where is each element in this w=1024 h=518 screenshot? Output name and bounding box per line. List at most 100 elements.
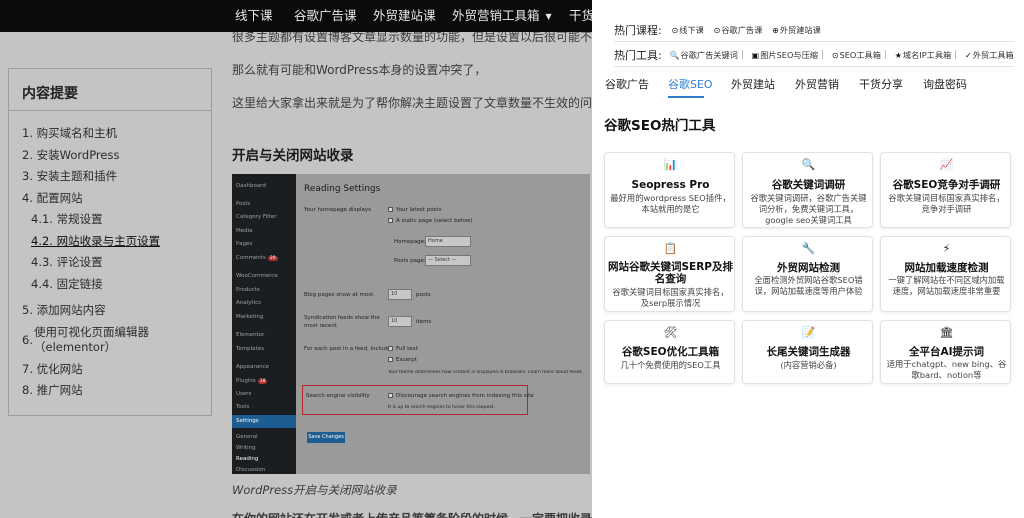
separator	[822, 50, 823, 59]
tool-card-site-audit[interactable]: 🔧 外贸网站检测 全面检测外贸网站谷歌SEO错误，网站加载速度等用户体验	[742, 236, 873, 312]
wp-label: Homepage:	[394, 239, 426, 245]
wp-sidebar-item: Analytics	[236, 300, 261, 306]
tool-card-seopress[interactable]: 📊 Seopress Pro 最好用的wordpress SEO插件，本站就用的…	[604, 152, 735, 228]
toc-item[interactable]: 4.1. 常规设置	[31, 212, 103, 227]
toc-item[interactable]: 4.4. 固定链接	[31, 277, 103, 292]
tool-card-description: 谷歌关键词调研，谷歌广告关键词分析，免费关键词工具，google seo关键词工…	[750, 193, 867, 225]
toc-item-active[interactable]: 4.2. 网站收录与主页设置	[31, 234, 160, 249]
toc-item-label: 网站收录与主页设置	[56, 234, 161, 248]
toc-item-label-line2[interactable]: （elementor）	[34, 340, 116, 355]
highlight-box	[302, 385, 528, 415]
wp-label: Syndication feeds show the most recent	[304, 315, 380, 329]
wp-radio-latest: Your latest posts	[388, 207, 441, 213]
mega-menu-panel: 热门课程: ⊙线下课 ⊙谷歌广告课 ⊕外贸建站课 热门工具: 🔍谷歌广告关键词 …	[592, 0, 1024, 518]
globe-icon: ⊕	[772, 26, 779, 35]
wp-note: Your theme determines how content is dis…	[388, 370, 582, 375]
tool-card-title: 网站加载速度检测	[904, 262, 989, 274]
toc-item-label: 购买域名和主机	[36, 126, 118, 140]
toc-item[interactable]: 1. 购买域名和主机	[22, 126, 117, 141]
wp-radio-excerpt: Excerpt	[388, 357, 417, 363]
tool-card-speed-test[interactable]: ⚡ 网站加载速度检测 一键了解网站在不同区域内加载速度，网站加载速度非常重要	[880, 236, 1011, 312]
separator	[884, 50, 886, 59]
tab-marketing[interactable]: 外贸营销	[795, 76, 839, 92]
toc-item-label: 推广网站	[36, 383, 83, 397]
star-icon: ★	[894, 51, 902, 60]
hot-tool-link[interactable]: 🔍谷歌广告关键词	[670, 49, 746, 61]
tab-google-seo[interactable]: 谷歌SEO	[668, 76, 713, 92]
chevron-down-icon: ▼	[545, 12, 552, 21]
tool-card-serp-ranking[interactable]: 📋 网站谷歌关键词SERP及排名查询 谷歌关键词目标国家真实排名，及serp展示…	[604, 236, 735, 312]
wp-sidebar-item: Dashboard	[236, 183, 266, 189]
hot-tools-row: 热门工具: 🔍谷歌广告关键词 ▣图片SEO与压缩 ⊙SEO工具箱 ★域名IP工具…	[614, 47, 1014, 62]
wp-sidebar-item: Templates	[236, 346, 264, 352]
tool-card-competitor-research[interactable]: 📈 谷歌SEO竞争对手调研 谷歌关键词目标国家真实排名，竞争对手调研	[880, 152, 1011, 228]
nav-item-offline-course[interactable]: 线下课	[235, 0, 273, 32]
toc-item-number: 7.	[22, 362, 33, 376]
tool-card-title: 谷歌关键词调研	[771, 179, 846, 191]
separator	[955, 50, 957, 59]
wp-radio-label: A static page (select below)	[396, 218, 473, 224]
image-icon: ▣	[751, 51, 760, 60]
hot-tool-label: SEO工具箱	[839, 50, 881, 60]
wp-sidebar-item: Marketing	[236, 314, 264, 320]
table-of-contents: 内容提要 1. 购买域名和主机 2. 安装WordPress 3. 安装主题和插…	[8, 68, 212, 416]
nav-item-google-ads-course[interactable]: 谷歌广告课	[294, 0, 357, 32]
toc-item-number: 8.	[22, 383, 33, 397]
tool-card-title: 网站谷歌关键词SERP及排名查询	[607, 261, 733, 285]
hot-tool-link[interactable]: ⊙SEO工具箱	[832, 49, 889, 61]
wp-sidebar-item: Users	[236, 391, 252, 397]
hot-course-link[interactable]: ⊙谷歌广告课	[714, 24, 763, 36]
article-paragraph: 很多主题都有设置博客文章显示数量的功能，但是设置以后很可能不生效，	[232, 32, 592, 44]
nav-item-website-course[interactable]: 外贸建站课	[373, 0, 436, 32]
tab-website-building[interactable]: 外贸建站	[731, 76, 775, 92]
tool-card-long-tail-generator[interactable]: 📝 长尾关键词生成器 (内容营销必备)	[742, 320, 873, 384]
nav-item-resources[interactable]: 干货	[569, 0, 594, 32]
toc-item[interactable]: 2. 安装WordPress	[22, 148, 119, 163]
nav-item-marketing-toolbox-label: 外贸营销工具箱	[452, 8, 540, 23]
radio-icon	[388, 207, 393, 212]
wp-unit: posts	[416, 292, 431, 298]
toc-item[interactable]: 6.	[22, 333, 33, 348]
toc-item[interactable]: 3. 安装主题和插件	[22, 169, 117, 184]
article-heading: 开启与关闭网站收录	[232, 148, 354, 164]
tab-inquiry-secrets[interactable]: 询盘密码	[923, 76, 967, 92]
tool-card-description: 适用于chatgpt、new bing、谷歌bard、notion等	[886, 359, 1007, 380]
clipboard-icon: 📋	[663, 242, 678, 255]
hot-tools-label: 热门工具:	[614, 49, 662, 62]
active-tab-indicator	[668, 96, 704, 98]
toc-item-label: 添加网站内容	[36, 303, 106, 317]
check-circle-icon: ⊙	[831, 51, 839, 60]
tool-card-seo-toolbox[interactable]: 🛠 谷歌SEO优化工具箱 几十个免费使用的SEO工具	[604, 320, 735, 384]
wp-save-changes-button: Save Changes	[307, 432, 345, 443]
wp-sidebar-item: Discussion	[236, 467, 266, 473]
tab-google-ads[interactable]: 谷歌广告	[605, 76, 649, 92]
hot-tool-link[interactable]: ▣图片SEO与压缩	[752, 49, 826, 61]
tab-resources[interactable]: 干货分享	[859, 76, 903, 92]
tool-card-title: 全平台AI提示词	[908, 346, 985, 358]
wp-sidebar-item: Posts	[236, 201, 251, 207]
tool-card-keyword-research[interactable]: 🔍 谷歌关键词调研 谷歌关键词调研，谷歌广告关键词分析，免费关键词工具，goog…	[742, 152, 873, 228]
wp-discourage-checkbox: Discourage search engines from indexing …	[388, 393, 534, 399]
hot-course-label: 谷歌广告课	[721, 25, 763, 35]
hot-courses-row: 热门课程: ⊙线下课 ⊙谷歌广告课 ⊕外贸建站课	[614, 22, 821, 37]
hot-tool-label: 域名IP工具箱	[902, 50, 952, 60]
hot-course-link[interactable]: ⊕外贸建站课	[772, 24, 821, 36]
tool-card-ai-prompts[interactable]: 🏛 全平台AI提示词 适用于chatgpt、new bing、谷歌bard、no…	[880, 320, 1011, 384]
toc-item[interactable]: 4.3. 评论设置	[31, 255, 103, 270]
toc-item[interactable]: 8. 推广网站	[22, 383, 83, 398]
hot-tool-link[interactable]: ✓外贸工具箱	[965, 49, 1014, 61]
toc-title: 内容提要	[22, 86, 78, 102]
toc-item-label-line1[interactable]: 使用可视化页面编辑器	[34, 325, 149, 340]
nav-item-marketing-toolbox[interactable]: 外贸营销工具箱 ▼	[452, 0, 552, 32]
tool-card-description: 几十个免费使用的SEO工具	[620, 360, 721, 370]
hot-tool-link[interactable]: ★域名IP工具箱	[895, 49, 959, 61]
wp-sidebar-item: Writing	[236, 445, 256, 451]
toc-item[interactable]: 7. 优化网站	[22, 362, 83, 377]
wp-radio-full-text: Full text	[388, 346, 418, 352]
toc-item[interactable]: 5. 添加网站内容	[22, 303, 106, 318]
image-caption: WordPress开启与关闭网站收录	[232, 483, 397, 497]
checkmark-icon: ✓	[965, 51, 972, 60]
hot-course-link[interactable]: ⊙线下课	[672, 24, 704, 36]
wp-sidebar-item: Pages	[236, 241, 253, 247]
toc-item[interactable]: 4. 配置网站	[22, 191, 83, 206]
